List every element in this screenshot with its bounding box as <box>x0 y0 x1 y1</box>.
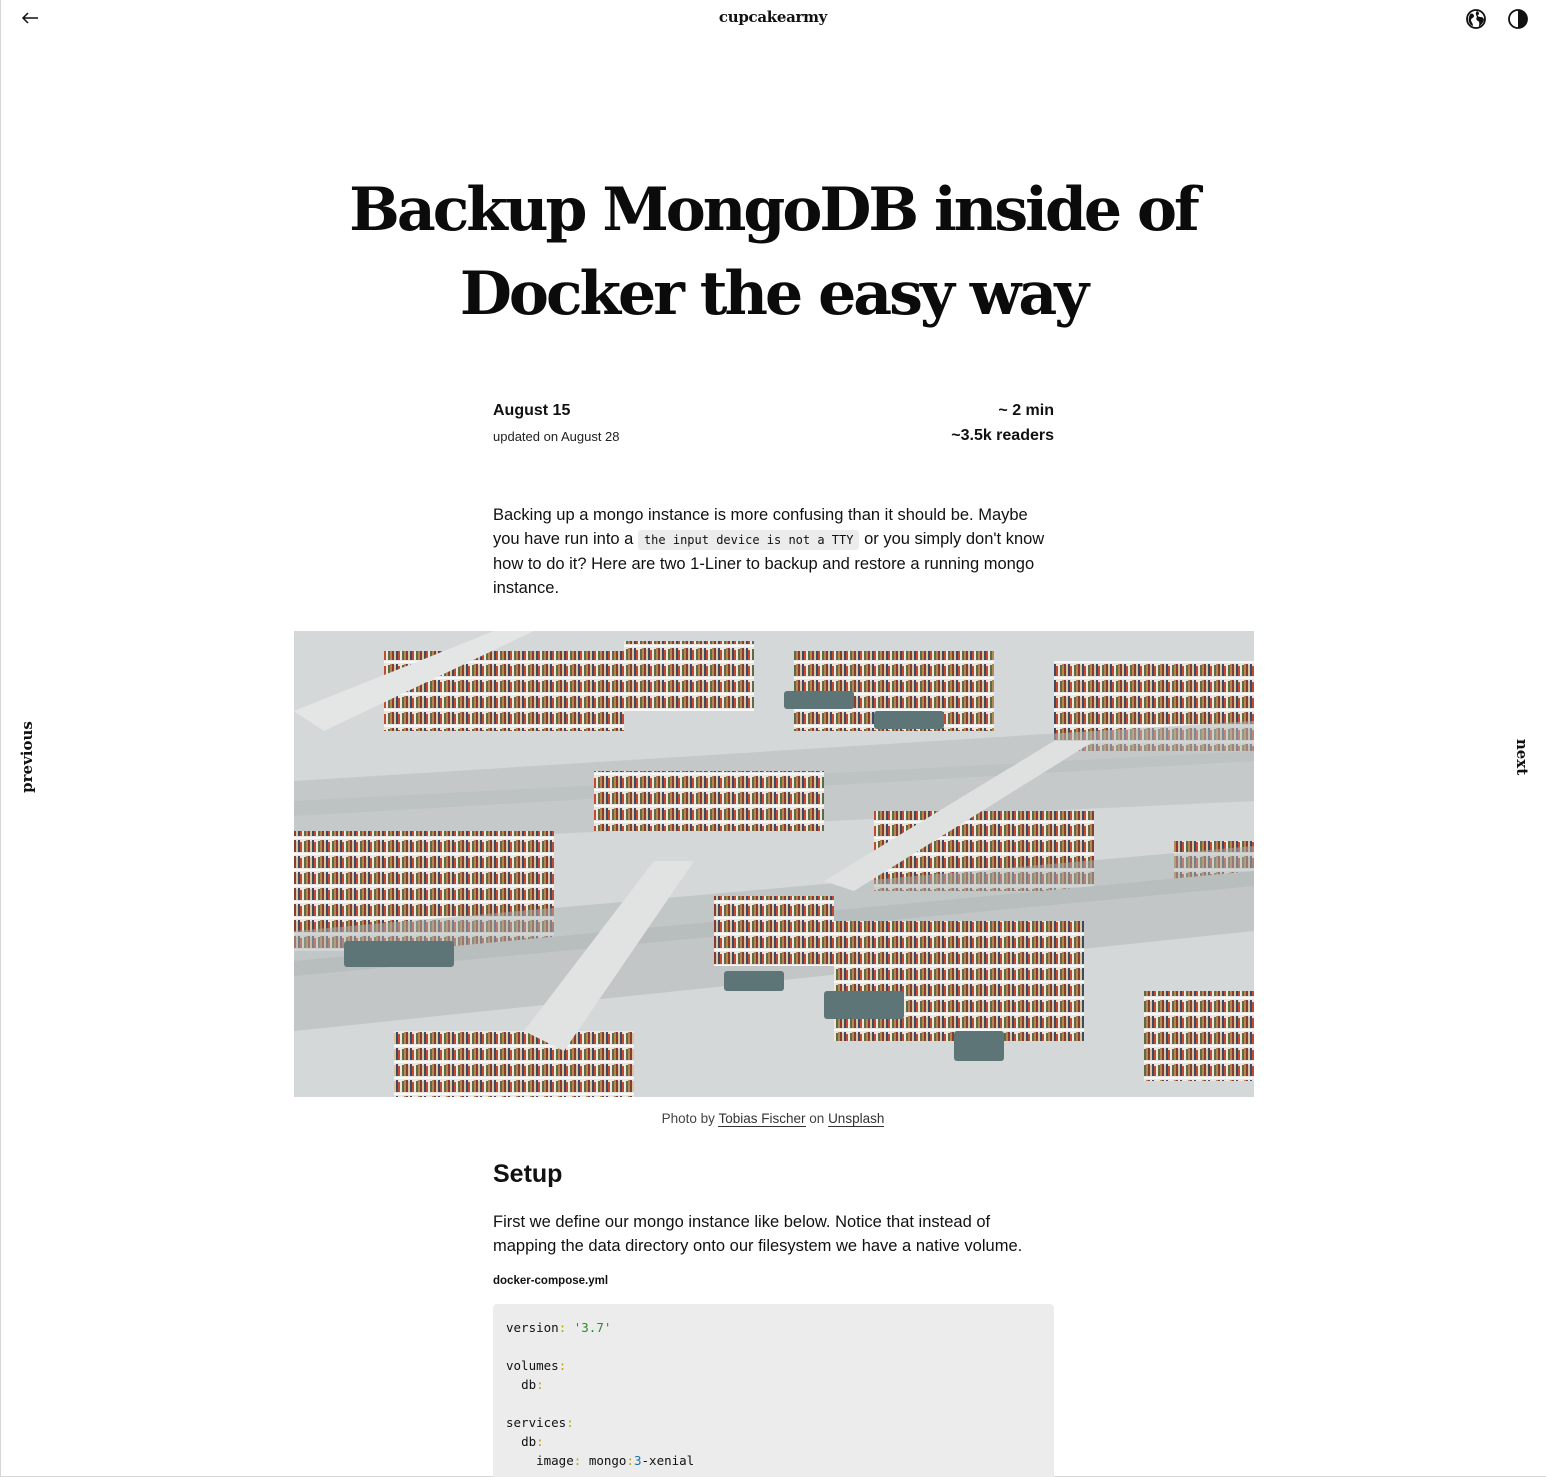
reading-time: ~ 2 min <box>998 402 1054 419</box>
inline-code-tty: the input device is not a TTY <box>637 530 860 550</box>
setup-text: First we define our mongo instance like … <box>493 1213 1023 1255</box>
language-button[interactable] <box>1464 7 1488 31</box>
page-frame-left <box>0 0 1 1477</box>
code-file-label: docker-compose.yml <box>493 1275 609 1287</box>
reader-count: ~3.5k readers <box>951 427 1054 444</box>
site-title[interactable]: cupcakearmy <box>0 8 1546 26</box>
globe-icon <box>1466 9 1486 29</box>
next-post-link[interactable]: next <box>1513 739 1531 775</box>
contrast-icon <box>1508 9 1528 29</box>
library-photo <box>294 631 1254 1097</box>
caption-middle: on <box>809 1111 825 1126</box>
post-date: August 15 <box>493 402 571 419</box>
previous-post-link[interactable]: previous <box>18 721 36 793</box>
code-content: version: '3.7' volumes: db: services: db… <box>506 1320 695 1468</box>
section-heading-setup: Setup <box>493 1160 563 1188</box>
intro-paragraph: Backing up a mongo instance is more conf… <box>493 503 1054 600</box>
hero-image <box>294 631 1254 1097</box>
image-caption: Photo by Tobias Fischer on Unsplash <box>0 1111 1546 1127</box>
caption-prefix: Photo by <box>661 1111 715 1126</box>
code-block-docker-compose[interactable]: version: '3.7' volumes: db: services: db… <box>493 1304 1054 1477</box>
setup-paragraph: First we define our mongo instance like … <box>493 1210 1054 1258</box>
header-actions <box>1464 7 1530 31</box>
unsplash-link[interactable]: Unsplash <box>828 1111 885 1127</box>
post-title: Backup MongoDB inside of Docker the easy… <box>349 175 1200 329</box>
theme-toggle-button[interactable] <box>1506 7 1530 31</box>
photographer-link[interactable]: Tobias Fischer <box>718 1111 806 1127</box>
post-updated-date: updated on August 28 <box>493 429 620 444</box>
